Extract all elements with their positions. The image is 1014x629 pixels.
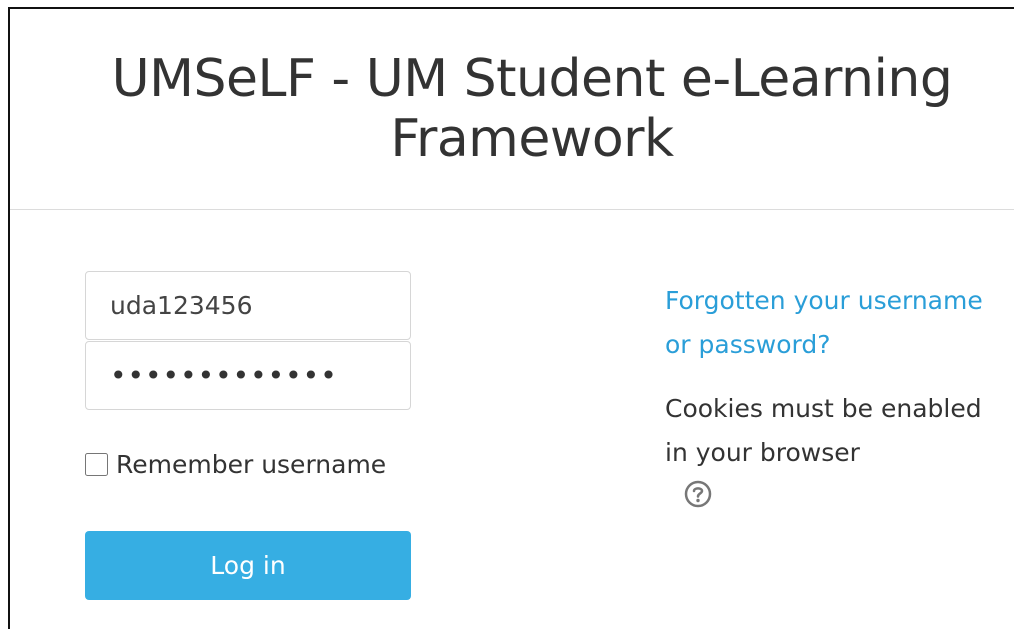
forgot-password-link[interactable]: Forgotten your username or password? bbox=[665, 279, 995, 367]
login-button[interactable]: Log in bbox=[85, 531, 411, 600]
username-field[interactable] bbox=[85, 271, 411, 340]
remember-username-label: Remember username bbox=[116, 450, 387, 479]
password-field[interactable] bbox=[85, 341, 411, 410]
login-info: Forgotten your username or password? Coo… bbox=[665, 279, 995, 523]
remember-username-checkbox[interactable] bbox=[85, 453, 108, 476]
cookies-notice: Cookies must be enabled in your browser bbox=[665, 394, 982, 467]
page-header: UMSeLF - UM Student e-Learning Framework bbox=[10, 9, 1014, 210]
page-title: UMSeLF - UM Student e-Learning Framework bbox=[111, 49, 953, 169]
login-form: Remember username Log in bbox=[85, 271, 413, 600]
login-page: UMSeLF - UM Student e-Learning Framework… bbox=[8, 7, 1014, 629]
remember-username[interactable]: Remember username bbox=[85, 450, 413, 479]
question-circle-icon[interactable] bbox=[683, 479, 713, 509]
